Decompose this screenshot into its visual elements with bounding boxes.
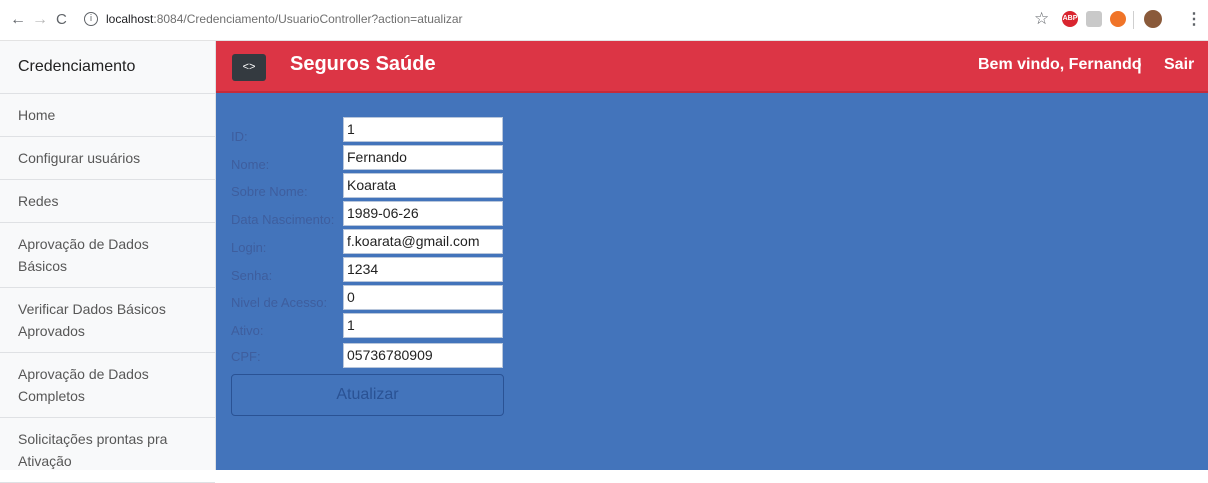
address-bar[interactable]: localhost:8084/Credenciamento/UsuarioCon… [106,12,463,26]
brand-title[interactable]: Seguros Saúde [290,53,436,76]
url-host: localhost [106,12,154,26]
reload-icon[interactable]: C [56,10,67,30]
sidebar-item-verificar-dados-basicos[interactable]: Verificar Dados Básicos Aprovados [0,288,215,353]
sidebar-item-home[interactable]: Home [0,94,215,137]
sidebar-item-aprovacao-dados-basicos[interactable]: Aprovação de Dados Básicos [0,223,215,288]
forward-arrow-icon[interactable]: → [32,10,48,30]
extension-icon[interactable] [1110,11,1126,27]
id-label: ID: [231,129,248,144]
back-arrow-icon[interactable]: ← [10,10,26,30]
sidebar-item-redes[interactable]: Redes [0,180,215,223]
sidebar-title: Credenciamento [0,41,215,94]
nav-separator: | [1137,55,1142,74]
senha-field[interactable]: 1234 [343,257,503,282]
sidebar: Credenciamento Home Configurar usuários … [0,41,216,483]
sidebar-toggle-button[interactable]: <> [232,54,266,81]
nivel-acesso-label: Nivel de Acesso: [231,295,328,310]
sidebar-item-solicitacoes-ativacao[interactable]: Solicitações prontas pra Ativação [0,418,215,483]
ativo-field[interactable]: 1 [343,313,503,338]
id-field[interactable]: 1 [343,117,503,142]
profile-avatar-icon[interactable] [1144,10,1162,28]
logout-link[interactable]: Sair [1164,56,1194,74]
nivel-acesso-field[interactable]: 0 [343,285,503,310]
sobrenome-label: Sobre Nome: [231,184,308,199]
browser-toolbar: ← → C i localhost:8084/Credenciamento/Us… [0,0,1208,41]
bookmark-star-icon[interactable]: ☆ [1034,9,1049,29]
atualizar-button[interactable]: Atualizar [231,374,504,416]
extension-icon[interactable] [1086,11,1102,27]
cpf-field[interactable]: 05736780909 [343,343,503,368]
nome-label: Nome: [231,157,270,172]
adblock-extension-icon[interactable]: ABP [1062,11,1078,27]
top-navbar: <> Seguros Saúde Bem vindo, Fernando | S… [216,41,1208,93]
info-icon[interactable]: i [84,12,98,26]
sidebar-item-aprovacao-dados-completos[interactable]: Aprovação de Dados Completos [0,353,215,418]
main-content: ID: 1 Nome: Fernando Sobre Nome: Koarata… [216,93,1208,470]
cpf-label: CPF: [231,349,261,364]
url-path: :8084/Credenciamento/UsuarioController?a… [153,12,463,26]
login-label: Login: [231,240,267,255]
browser-menu-icon[interactable]: ⋮ [1186,9,1202,29]
toolbar-divider [1133,11,1134,29]
sidebar-item-configurar-usuarios[interactable]: Configurar usuários [0,137,215,180]
welcome-message: Bem vindo, Fernando [978,56,1142,73]
data-nascimento-label: Data Nascimento: [231,212,335,227]
ativo-label: Ativo: [231,323,264,338]
login-field[interactable]: f.koarata@gmail.com [343,229,503,254]
data-nascimento-field[interactable]: 1989-06-26 [343,201,503,226]
nome-field[interactable]: Fernando [343,145,503,170]
senha-label: Senha: [231,268,273,283]
sobrenome-field[interactable]: Koarata [343,173,503,198]
